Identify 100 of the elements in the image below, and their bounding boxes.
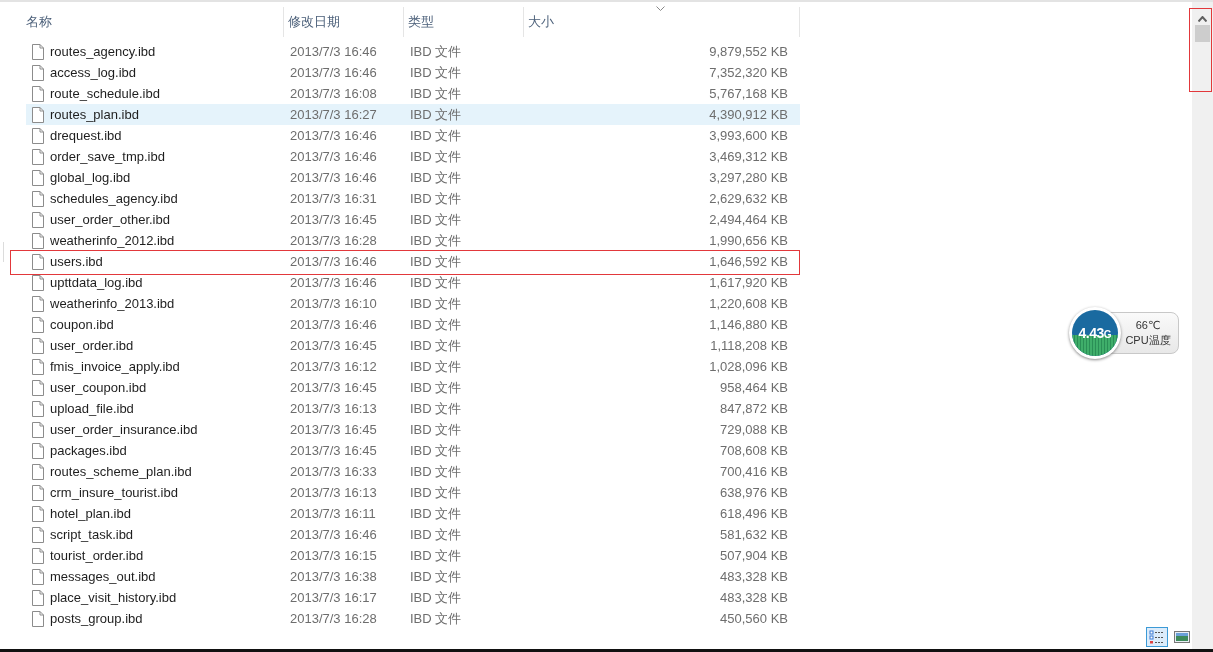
details-view-button[interactable]: [1146, 627, 1168, 647]
size-cell: 729,088 KB: [720, 422, 788, 437]
size-cell: 1,990,656 KB: [709, 233, 788, 248]
picture-icon: [1174, 630, 1190, 644]
size-cell: 1,028,096 KB: [709, 359, 788, 374]
type-cell: IBD 文件: [410, 358, 462, 374]
column-header[interactable]: 名称: [22, 7, 284, 37]
size-cell: 958,464 KB: [720, 380, 788, 395]
date-cell: 2013/7/3 16:38: [290, 569, 377, 584]
file-name: routes_scheme_plan.ibd: [50, 464, 192, 479]
file-icon: [32, 148, 44, 165]
date-cell: 2013/7/3 16:45: [290, 422, 377, 437]
file-row[interactable]: schedules_agency.ibd 2013/7/3 16:31 IBD 文件 2,629,632 KB: [26, 188, 800, 209]
file-icon: [32, 358, 44, 375]
file-row[interactable]: posts_group.ibd 2013/7/3 16:28 IBD 文件 450,560 KB: [26, 608, 800, 629]
size-cell: 450,560 KB: [720, 611, 788, 626]
file-icon: [32, 568, 44, 585]
date-cell: 2013/7/3 16:45: [290, 380, 377, 395]
file-name: route_schedule.ibd: [50, 86, 160, 101]
file-row[interactable]: drequest.ibd 2013/7/3 16:46 IBD 文件 3,993,600 KB: [26, 125, 800, 146]
date-cell: 2013/7/3 16:28: [290, 611, 377, 626]
date-cell: 2013/7/3 16:10: [290, 296, 377, 311]
type-cell: IBD 文件: [410, 43, 462, 59]
size-cell: 483,328 KB: [720, 590, 788, 605]
file-row[interactable]: route_schedule.ibd 2013/7/3 16:08 IBD 文件 5,767,168 KB: [26, 83, 800, 104]
size-cell: 1,646,592 KB: [709, 254, 788, 269]
file-row[interactable]: order_save_tmp.ibd 2013/7/3 16:46 IBD 文件 3,469,312 KB: [26, 146, 800, 167]
file-row[interactable]: routes_agency.ibd 2013/7/3 16:46 IBD 文件 9,879,552 KB: [26, 41, 800, 62]
file-name: upttdata_log.ibd: [50, 275, 143, 290]
size-cell: 7,352,320 KB: [709, 65, 788, 80]
file-icon: [32, 106, 44, 123]
file-row[interactable]: user_order_insurance.ibd 2013/7/3 16:45 IBD 文件 729,088 KB: [26, 419, 800, 440]
column-header[interactable]: 类型: [404, 7, 524, 37]
size-cell: 1,220,608 KB: [709, 296, 788, 311]
type-cell: IBD 文件: [410, 379, 462, 395]
file-row[interactable]: upload_file.ibd 2013/7/3 16:13 IBD 文件 847,872 KB: [26, 398, 800, 419]
file-icon: [32, 547, 44, 564]
file-icon: [32, 169, 44, 186]
file-icon: [32, 85, 44, 102]
size-cell: 2,494,464 KB: [709, 212, 788, 227]
file-row[interactable]: users.ibd 2013/7/3 16:46 IBD 文件 1,646,592 KB: [26, 251, 800, 272]
file-icon: [32, 316, 44, 333]
file-row[interactable]: global_log.ibd 2013/7/3 16:46 IBD 文件 3,297,280 KB: [26, 167, 800, 188]
size-cell: 708,608 KB: [720, 443, 788, 458]
file-row[interactable]: place_visit_history.ibd 2013/7/3 16:17 IBD 文件 483,328 KB: [26, 587, 800, 608]
details-list-icon: [1149, 630, 1165, 644]
file-icon: [32, 463, 44, 480]
file-row[interactable]: packages.ibd 2013/7/3 16:45 IBD 文件 708,608 KB: [26, 440, 800, 461]
file-name: global_log.ibd: [50, 170, 131, 185]
file-icon: [32, 379, 44, 396]
type-cell: IBD 文件: [410, 400, 462, 416]
file-row[interactable]: script_task.ibd 2013/7/3 16:46 IBD 文件 581,632 KB: [26, 524, 800, 545]
file-name: messages_out.ibd: [50, 569, 156, 584]
scroll-thumb[interactable]: [1195, 25, 1211, 42]
file-row[interactable]: user_order_other.ibd 2013/7/3 16:45 IBD 文件 2,494,464 KB: [26, 209, 800, 230]
date-cell: 2013/7/3 16:11: [290, 506, 376, 521]
file-row[interactable]: upttdata_log.ibd 2013/7/3 16:46 IBD 文件 1,617,920 KB: [26, 272, 800, 293]
file-icon: [32, 43, 44, 60]
date-cell: 2013/7/3 16:46: [290, 170, 377, 185]
scroll-up-icon[interactable]: [1198, 16, 1208, 22]
type-cell: IBD 文件: [410, 463, 462, 479]
file-name: routes_agency.ibd: [50, 44, 156, 59]
file-name: place_visit_history.ibd: [50, 590, 177, 605]
size-cell: 1,146,880 KB: [709, 317, 788, 332]
date-cell: 2013/7/3 16:13: [290, 485, 377, 500]
file-row[interactable]: routes_plan.ibd 2013/7/3 16:27 IBD 文件 4,390,912 KB: [26, 104, 800, 125]
file-icon: [32, 400, 44, 417]
file-icon: [32, 421, 44, 438]
file-row[interactable]: routes_scheme_plan.ibd 2013/7/3 16:33 IBD 文件 700,416 KB: [26, 461, 800, 482]
file-name: user_order_other.ibd: [50, 212, 170, 227]
file-row[interactable]: weatherinfo_2013.ibd 2013/7/3 16:10 IBD 文件 1,220,608 KB: [26, 293, 800, 314]
file-row[interactable]: hotel_plan.ibd 2013/7/3 16:11 IBD 文件 618,496 KB: [26, 503, 800, 524]
file-row[interactable]: messages_out.ibd 2013/7/3 16:38 IBD 文件 483,328 KB: [26, 566, 800, 587]
date-cell: 2013/7/3 16:46: [290, 128, 377, 143]
file-icon: [32, 253, 44, 270]
file-row[interactable]: access_log.ibd 2013/7/3 16:46 IBD 文件 7,352,320 KB: [26, 62, 800, 83]
file-row[interactable]: tourist_order.ibd 2013/7/3 16:15 IBD 文件 507,904 KB: [26, 545, 800, 566]
file-icon: [32, 505, 44, 522]
file-row[interactable]: weatherinfo_2012.ibd 2013/7/3 16:28 IBD 文件 1,990,656 KB: [26, 230, 800, 251]
type-cell: IBD 文件: [410, 64, 462, 80]
file-row[interactable]: fmis_invoice_apply.ibd 2013/7/3 16:12 IBD 文件 1,028,096 KB: [26, 356, 800, 377]
file-row[interactable]: crm_insure_tourist.ibd 2013/7/3 16:13 IBD 文件 638,976 KB: [26, 482, 800, 503]
file-row[interactable]: user_order.ibd 2013/7/3 16:45 IBD 文件 1,118,208 KB: [26, 335, 800, 356]
size-cell: 3,297,280 KB: [709, 170, 788, 185]
file-name: routes_plan.ibd: [50, 107, 139, 122]
file-icon: [32, 484, 44, 501]
file-row[interactable]: coupon.ibd 2013/7/3 16:46 IBD 文件 1,146,880 KB: [26, 314, 800, 335]
scrollbar[interactable]: [1192, 2, 1213, 652]
file-name: packages.ibd: [50, 443, 127, 458]
file-name: coupon.ibd: [50, 317, 114, 332]
column-header[interactable]: 大小: [524, 7, 800, 37]
type-cell: IBD 文件: [410, 274, 462, 290]
type-cell: IBD 文件: [410, 85, 462, 101]
column-header[interactable]: 修改日期: [284, 7, 404, 37]
file-icon: [32, 442, 44, 459]
file-row[interactable]: user_coupon.ibd 2013/7/3 16:45 IBD 文件 958,464 KB: [26, 377, 800, 398]
size-cell: 5,767,168 KB: [709, 86, 788, 101]
type-cell: IBD 文件: [410, 295, 462, 311]
date-cell: 2013/7/3 16:15: [290, 548, 377, 563]
size-cell: 847,872 KB: [720, 401, 788, 416]
